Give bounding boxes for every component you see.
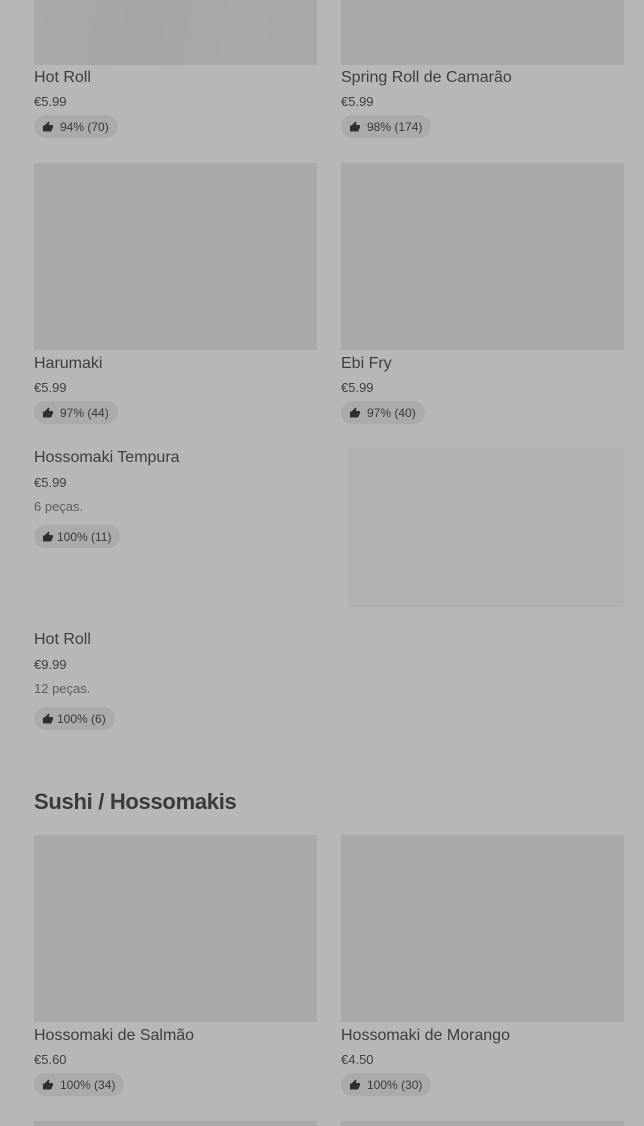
thumbs-up-icon <box>43 713 53 723</box>
item-image <box>34 835 317 1022</box>
item-price: €5.99 <box>34 94 67 109</box>
rating-badge: 97% (44) <box>34 401 118 424</box>
rating-badge: 100% (11) <box>34 525 121 548</box>
item-pieces: 6 peças. <box>34 499 84 514</box>
rating-badge: 100% (30) <box>341 1073 432 1096</box>
thumbs-up-icon <box>350 121 360 131</box>
item-image <box>34 0 317 65</box>
menu-list-item[interactable]: Hot Roll €9.99 12 peças. 100% (6) <box>34 630 624 740</box>
item-name: Hot Roll <box>34 631 91 648</box>
item-price: €4.50 <box>341 1052 374 1067</box>
rating-text: 100% (6) <box>57 711 106 726</box>
rating-text: 94% (70) <box>60 119 109 134</box>
thumbs-up-icon <box>350 1079 360 1089</box>
item-name: Harumaki <box>34 355 103 372</box>
item-name: Ebi Fry <box>341 355 392 372</box>
rating-badge: 98% (174) <box>341 115 432 138</box>
item-image <box>34 163 317 350</box>
item-price: €5.99 <box>341 380 374 395</box>
rating-badge: 100% (34) <box>34 1073 125 1096</box>
item-price: €5.99 <box>341 94 374 109</box>
item-price: €5.99 <box>34 475 67 490</box>
item-pieces: 12 peças. <box>34 681 91 696</box>
item-image <box>341 0 624 65</box>
rating-text: 97% (40) <box>367 405 416 420</box>
item-image[interactable] <box>34 1121 317 1126</box>
item-price: €5.60 <box>34 1052 67 1067</box>
rating-text: 100% (34) <box>60 1077 116 1092</box>
item-price: €9.99 <box>34 657 67 672</box>
rating-badge: 94% (70) <box>34 115 118 138</box>
thumbs-up-icon <box>43 1079 53 1089</box>
rating-text: 97% (44) <box>60 405 109 420</box>
rating-badge: 97% (40) <box>341 401 425 424</box>
rating-text: 100% (30) <box>367 1077 423 1092</box>
section-title: Sushi / Hossomakis <box>34 789 237 814</box>
item-name: Hossomaki de Morango <box>341 1027 510 1044</box>
item-name: Hot Roll <box>34 69 91 86</box>
item-name: Hossomaki de Salmão <box>34 1027 195 1044</box>
thumbs-up-icon <box>43 531 53 541</box>
item-image <box>348 448 624 607</box>
rating-badge: 100% (6) <box>34 707 115 730</box>
item-image <box>341 163 624 350</box>
item-name: Hossomaki Tempura <box>34 449 180 466</box>
item-price: €5.99 <box>34 380 67 395</box>
rating-text: 100% (11) <box>57 529 112 544</box>
item-name: Spring Roll de Camarão <box>341 69 512 86</box>
thumbs-up-icon <box>43 121 53 131</box>
thumbs-up-icon <box>350 407 360 417</box>
menu-page: Hot Roll €5.99 94% (70) Spring Roll de C… <box>0 0 644 1126</box>
rating-text: 98% (174) <box>367 119 423 134</box>
item-image <box>341 835 624 1022</box>
thumbs-up-icon <box>43 407 53 417</box>
item-image[interactable] <box>341 1121 624 1126</box>
